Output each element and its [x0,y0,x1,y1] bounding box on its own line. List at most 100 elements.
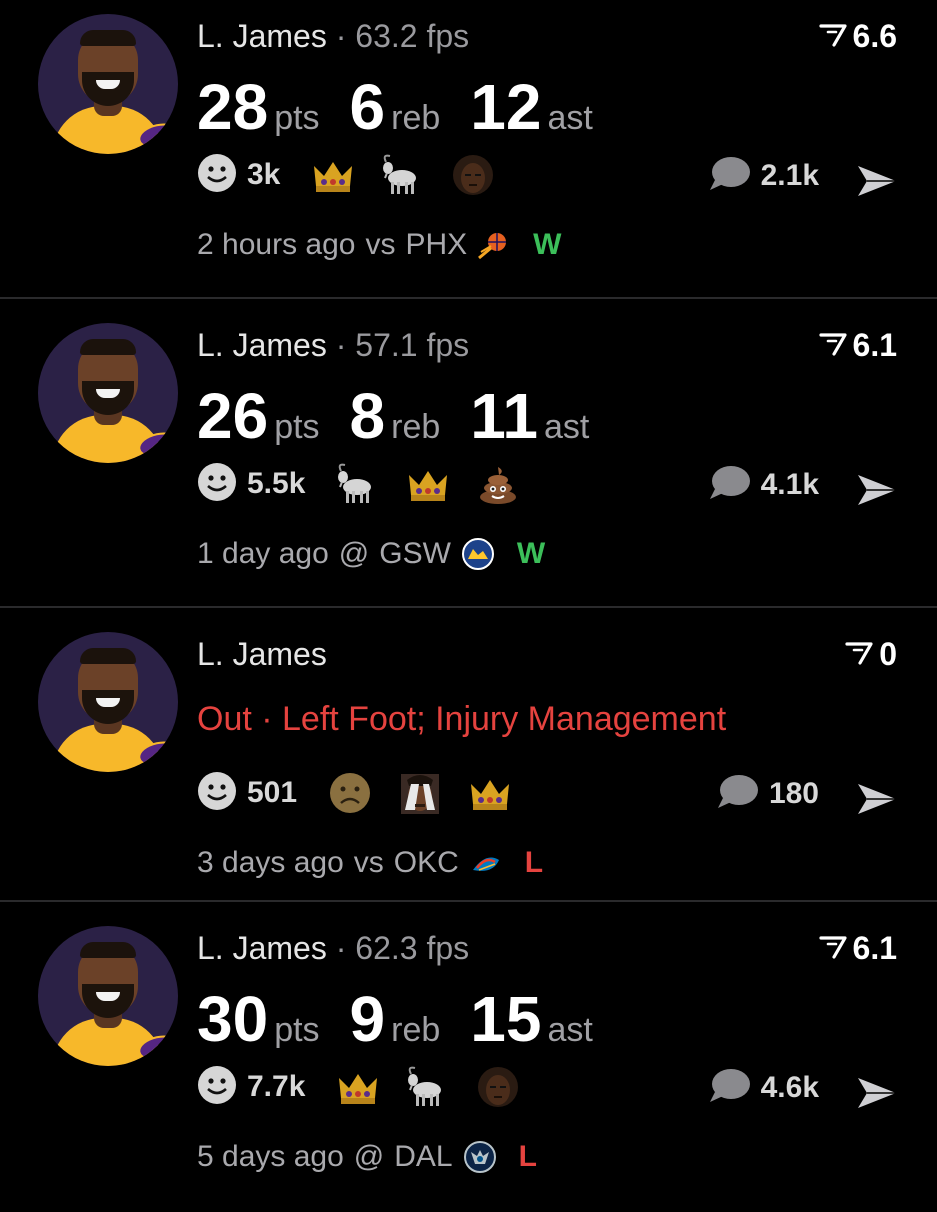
mavericks-logo-icon [463,1140,497,1174]
fantasy-points: 63.2 fps [355,18,470,54]
fantasy-points: 57.1 fps [355,327,470,363]
suns-logo-icon [477,228,511,262]
player-rating: 0 [845,636,897,673]
opponent-abbr[interactable]: GSW [379,537,451,571]
card-divider [0,606,937,608]
rating-icon [818,18,847,55]
game-venue: @ [338,537,370,570]
smiley-icon [197,153,237,198]
game-time: 3 days ago [197,846,344,879]
share-icon[interactable] [855,780,899,818]
separator-dot: · [326,327,356,363]
player-rating: 6.1 [818,327,897,364]
assists-value: 11 [470,380,538,452]
rating-icon [818,930,847,967]
player-avatar [38,14,178,154]
game-venue: @ [353,1140,385,1173]
player-name[interactable]: L. James [197,327,327,363]
comments-button[interactable]: 2.1k [707,154,819,197]
opponent-abbr[interactable]: PHX [405,228,467,262]
goat-emoji[interactable] [380,152,426,198]
opponent-abbr[interactable]: OKC [394,846,459,880]
game-result: W [533,228,562,261]
game-card[interactable]: L. James · 57.1 fps 6.1 26 pts 8 reb 11 ast 5.5k… [0,309,937,609]
warriors-logo-icon [461,537,495,571]
points-label: pts [274,99,320,137]
points-value: 26 [197,380,269,452]
separator-dot: · [326,18,356,54]
reaction-count: 3k [247,158,281,191]
rating-icon [845,636,873,673]
points-value: 28 [197,71,269,143]
player-avatar [38,323,178,463]
separator-dot: · [326,930,356,966]
comment-count: 180 [768,776,819,810]
add-reaction-button[interactable]: 3k [197,153,280,198]
game-card[interactable]: L. James 0 Out · Left Foot; Injury Managem… [0,618,937,918]
rating-value: 6.6 [852,18,897,54]
player-name-line: L. James · 63.2 fps [197,18,469,55]
reaction-count: 5.5k [247,467,306,500]
comment-count: 2.1k [760,158,819,192]
player-name[interactable]: L. James [197,636,327,672]
comments-button[interactable]: 180 [715,772,819,815]
goat-emoji[interactable] [335,461,381,507]
reactions-bar: 7.7k [197,1062,545,1112]
assists-label: ast [547,1011,593,1049]
smiley-icon [197,462,237,507]
comments-button[interactable]: 4.6k [707,1066,819,1109]
player-name-line: L. James · 57.1 fps [197,327,469,364]
game-venue: vs [353,846,384,879]
comment-count: 4.1k [760,467,819,501]
rebounds-value: 9 [349,983,386,1055]
comments-button[interactable]: 4.1k [707,463,819,506]
add-reaction-button[interactable]: 501 [197,771,297,816]
game-time: 1 day ago [197,537,329,570]
reactions-bar: 5.5k [197,459,545,509]
rebounds-label: reb [391,408,441,446]
add-reaction-button[interactable]: 5.5k [197,462,305,507]
game-card[interactable]: L. James · 62.3 fps 6.1 30 pts 9 reb 15 ast 7.7k… [0,912,937,1212]
crown-emoji[interactable] [405,461,451,507]
game-venue: vs [365,228,396,261]
share-icon[interactable] [855,1074,899,1112]
assists-label: ast [547,99,593,137]
comment-bubble-icon [715,772,759,815]
goat-emoji[interactable] [405,1064,451,1110]
poop-emoji[interactable] [475,461,521,507]
game-meta: 5 days ago @ DAL L [197,1140,537,1174]
game-time: 5 days ago [197,1140,344,1173]
rating-value: 0 [879,636,897,672]
facepalm-man-emoji[interactable] [397,770,443,816]
smiley-icon [197,1065,237,1110]
crown-emoji[interactable] [467,770,513,816]
share-icon[interactable] [855,162,899,200]
player-avatar [38,926,178,1066]
add-reaction-button[interactable]: 7.7k [197,1065,305,1110]
comment-bubble-icon [707,463,751,506]
game-card[interactable]: L. James · 63.2 fps 6.6 28 pts 6 reb 12 ast 3k 2.… [0,0,937,300]
player-name[interactable]: L. James [197,18,327,54]
stat-line: 26 pts 8 reb 11 ast [197,379,619,453]
player-rating: 6.1 [818,930,897,967]
crown-emoji[interactable] [310,152,356,198]
crown-emoji[interactable] [335,1064,381,1110]
frowning-face-emoji[interactable] [327,770,373,816]
rating-icon [818,327,847,364]
share-icon[interactable] [855,471,899,509]
player-face-emoji[interactable] [475,1064,521,1110]
opponent-abbr[interactable]: DAL [394,1140,452,1174]
game-meta: 3 days ago vs OKC L [197,846,543,880]
card-divider [0,900,937,902]
player-face-emoji[interactable] [450,152,496,198]
thunder-logo-icon [469,846,503,880]
comment-bubble-icon [707,154,751,197]
game-result: L [524,846,544,879]
game-time: 2 hours ago [197,228,356,261]
reactions-bar: 501 [197,768,537,818]
smiley-icon [197,771,237,816]
comment-count: 4.6k [760,1070,819,1104]
player-name[interactable]: L. James [197,930,327,966]
player-avatar [38,632,178,772]
stat-line: 28 pts 6 reb 12 ast [197,70,623,144]
